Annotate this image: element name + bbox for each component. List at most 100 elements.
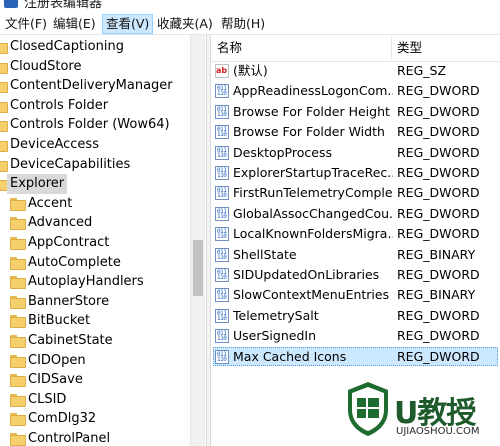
tree-item-label: AppContract (28, 235, 110, 250)
tree-item[interactable]: BannerStore (0, 292, 190, 312)
folder-icon (0, 119, 8, 133)
registry-key-tree[interactable]: ClosedCaptioning CloudStore ContentDeliver… (0, 35, 206, 446)
value-name: Browse For Folder Height (233, 103, 390, 119)
folder-icon (0, 100, 8, 113)
value-type: REG_DWORD (397, 328, 480, 344)
value-type: REG_DWORD (397, 307, 480, 323)
folder-icon (10, 217, 26, 231)
value-type: REG_DWORD (397, 103, 480, 119)
binary-value-icon: 011 110 (215, 145, 229, 160)
tree-item[interactable]: ComDlg32 (0, 409, 190, 429)
watermark-url: UJIAOSHOU.COM (396, 426, 480, 437)
tree-item[interactable]: ClosedCaptioning (0, 37, 190, 57)
tree-item[interactable]: BitBucket (0, 311, 190, 331)
value-row[interactable]: 011 110 FirstRunTelemetryComplete REG_DWORD (211, 183, 500, 203)
list-header: 名称 类型 (211, 35, 500, 62)
tree-item[interactable]: ContentDeliveryManager (0, 76, 190, 96)
binary-value-icon: 011 110 (215, 349, 229, 364)
tree-item[interactable]: AutoComplete (0, 253, 190, 273)
value-name: DesktopProcess (233, 144, 332, 160)
tree-item[interactable]: Accent (0, 194, 190, 214)
value-row[interactable]: 011 110 SIDUpdatedOnLibraries REG_DWORD (211, 265, 500, 285)
tree-item-label: CIDOpen (28, 352, 86, 368)
value-row[interactable]: 011 110 UserSignedIn REG_DWORD (211, 326, 500, 346)
tree-item[interactable]: AutoplayHandlers (0, 272, 190, 292)
column-header-type[interactable]: 类型 (397, 35, 422, 61)
value-row[interactable]: 011 110 AppReadinessLogonCom... REG_DWORD (211, 81, 500, 101)
value-row[interactable]: 011 110 GlobalAssocChangedCou... REG_DWORD (211, 204, 500, 224)
tree-item[interactable]: Advanced (0, 213, 190, 233)
folder-icon (10, 197, 26, 211)
tree-item[interactable]: DeviceAccess (0, 135, 190, 155)
tree-item-label: DeviceAccess (10, 137, 99, 152)
tree-item-label: AutoComplete (28, 254, 121, 270)
tree-item[interactable]: Controls Folder (0, 96, 190, 116)
folder-icon (10, 237, 26, 250)
value-row[interactable]: 011 110 Browse For Folder Width REG_DWORD (211, 122, 500, 142)
binary-value-icon: 011 110 (215, 308, 229, 323)
value-row[interactable]: ab (默认) REG_SZ (211, 61, 500, 81)
value-type: REG_SZ (397, 63, 447, 78)
value-type: REG_BINARY (397, 287, 476, 303)
menu-favorites[interactable]: 收藏夹(A) (154, 15, 216, 33)
regedit-app-icon (4, 0, 18, 8)
column-header-name[interactable]: 名称 (217, 35, 242, 61)
folder-icon (10, 354, 26, 368)
tree-item-label: ContentDeliveryManager (10, 78, 173, 94)
folder-icon (10, 413, 26, 427)
tree-item[interactable]: ControlPanel (0, 429, 190, 446)
shield-logo-icon (348, 382, 388, 436)
tree-item[interactable]: CLSID (0, 390, 190, 410)
menu-view[interactable]: 查看(V) (102, 14, 154, 34)
tree-item[interactable]: AppContract (0, 233, 190, 253)
value-row[interactable]: 011 110 TelemetrySalt REG_DWORD (211, 306, 500, 326)
menu-bar: 文件(F) 编辑(E) 查看(V) 收藏夹(A) 帮助(H) (0, 14, 500, 35)
tree-item[interactable]: CIDSave (0, 370, 190, 390)
folder-icon (0, 159, 8, 172)
folder-icon (10, 256, 26, 270)
value-type: REG_DWORD (397, 124, 480, 140)
value-type: REG_DWORD (397, 165, 480, 180)
tree-item-label: Controls Folder (Wow64) (10, 117, 170, 133)
binary-value-icon: 011 110 (215, 166, 229, 180)
tree-item-label: Explorer (7, 174, 68, 195)
tree-item-label: CIDSave (28, 372, 83, 388)
value-row[interactable]: 011 110 Browse For Folder Height REG_DWORD (211, 102, 500, 122)
binary-value-icon: 011 110 (215, 288, 229, 303)
value-row[interactable]: 011 110 SlowContextMenuEntries REG_BINARY (211, 285, 500, 305)
menu-file[interactable]: 文件(F) (2, 15, 50, 33)
column-divider[interactable] (391, 37, 392, 59)
binary-value-icon: 011 110 (215, 268, 229, 282)
tree-item-label: BannerStore (28, 293, 110, 309)
tree-item[interactable]: Explorer (0, 174, 190, 195)
folder-icon (10, 433, 26, 446)
binary-value-icon: 011 110 (215, 84, 229, 99)
value-row[interactable]: 011 110 DesktopProcess REG_DWORD (211, 143, 500, 163)
title-bar: 注册表编辑器 (0, 0, 500, 14)
tree-item[interactable]: CabinetState (0, 331, 190, 351)
menu-help[interactable]: 帮助(H) (218, 15, 268, 33)
string-value-icon: ab (215, 64, 229, 78)
value-row[interactable]: 011 110 Max Cached Icons REG_DWORD (211, 346, 500, 367)
tree-scrollbar-thumb[interactable] (193, 240, 203, 296)
value-row[interactable]: 011 110 ShellState REG_BINARY (211, 245, 500, 265)
value-row[interactable]: 011 110 ExplorerStartupTraceRec... REG_DWOR… (211, 163, 500, 183)
value-name: GlobalAssocChangedCou... (233, 205, 393, 221)
tree-item[interactable]: CIDOpen (0, 351, 190, 371)
tree-item[interactable]: CloudStore (0, 57, 190, 77)
tree-item-label: ComDlg32 (28, 411, 97, 427)
value-type: REG_DWORD (397, 205, 480, 221)
value-name: Browse For Folder Width (233, 124, 385, 140)
value-type: REG_DWORD (397, 348, 480, 364)
folder-icon (10, 276, 26, 290)
value-name: ExplorerStartupTraceRec... (233, 165, 393, 180)
binary-value-icon: 011 110 (215, 329, 229, 344)
binary-value-icon: 011 110 (215, 227, 229, 242)
tree-scrollbar[interactable] (190, 35, 205, 446)
tree-item[interactable]: DeviceCapabilities (0, 155, 190, 175)
menu-edit[interactable]: 编辑(E) (50, 15, 99, 33)
value-type: REG_DWORD (397, 83, 480, 99)
tree-item[interactable]: Controls Folder (Wow64) (0, 115, 190, 135)
value-name: SlowContextMenuEntries (233, 287, 390, 303)
value-row[interactable]: 011 110 LocalKnownFoldersMigra... REG_DWORD (211, 224, 500, 244)
